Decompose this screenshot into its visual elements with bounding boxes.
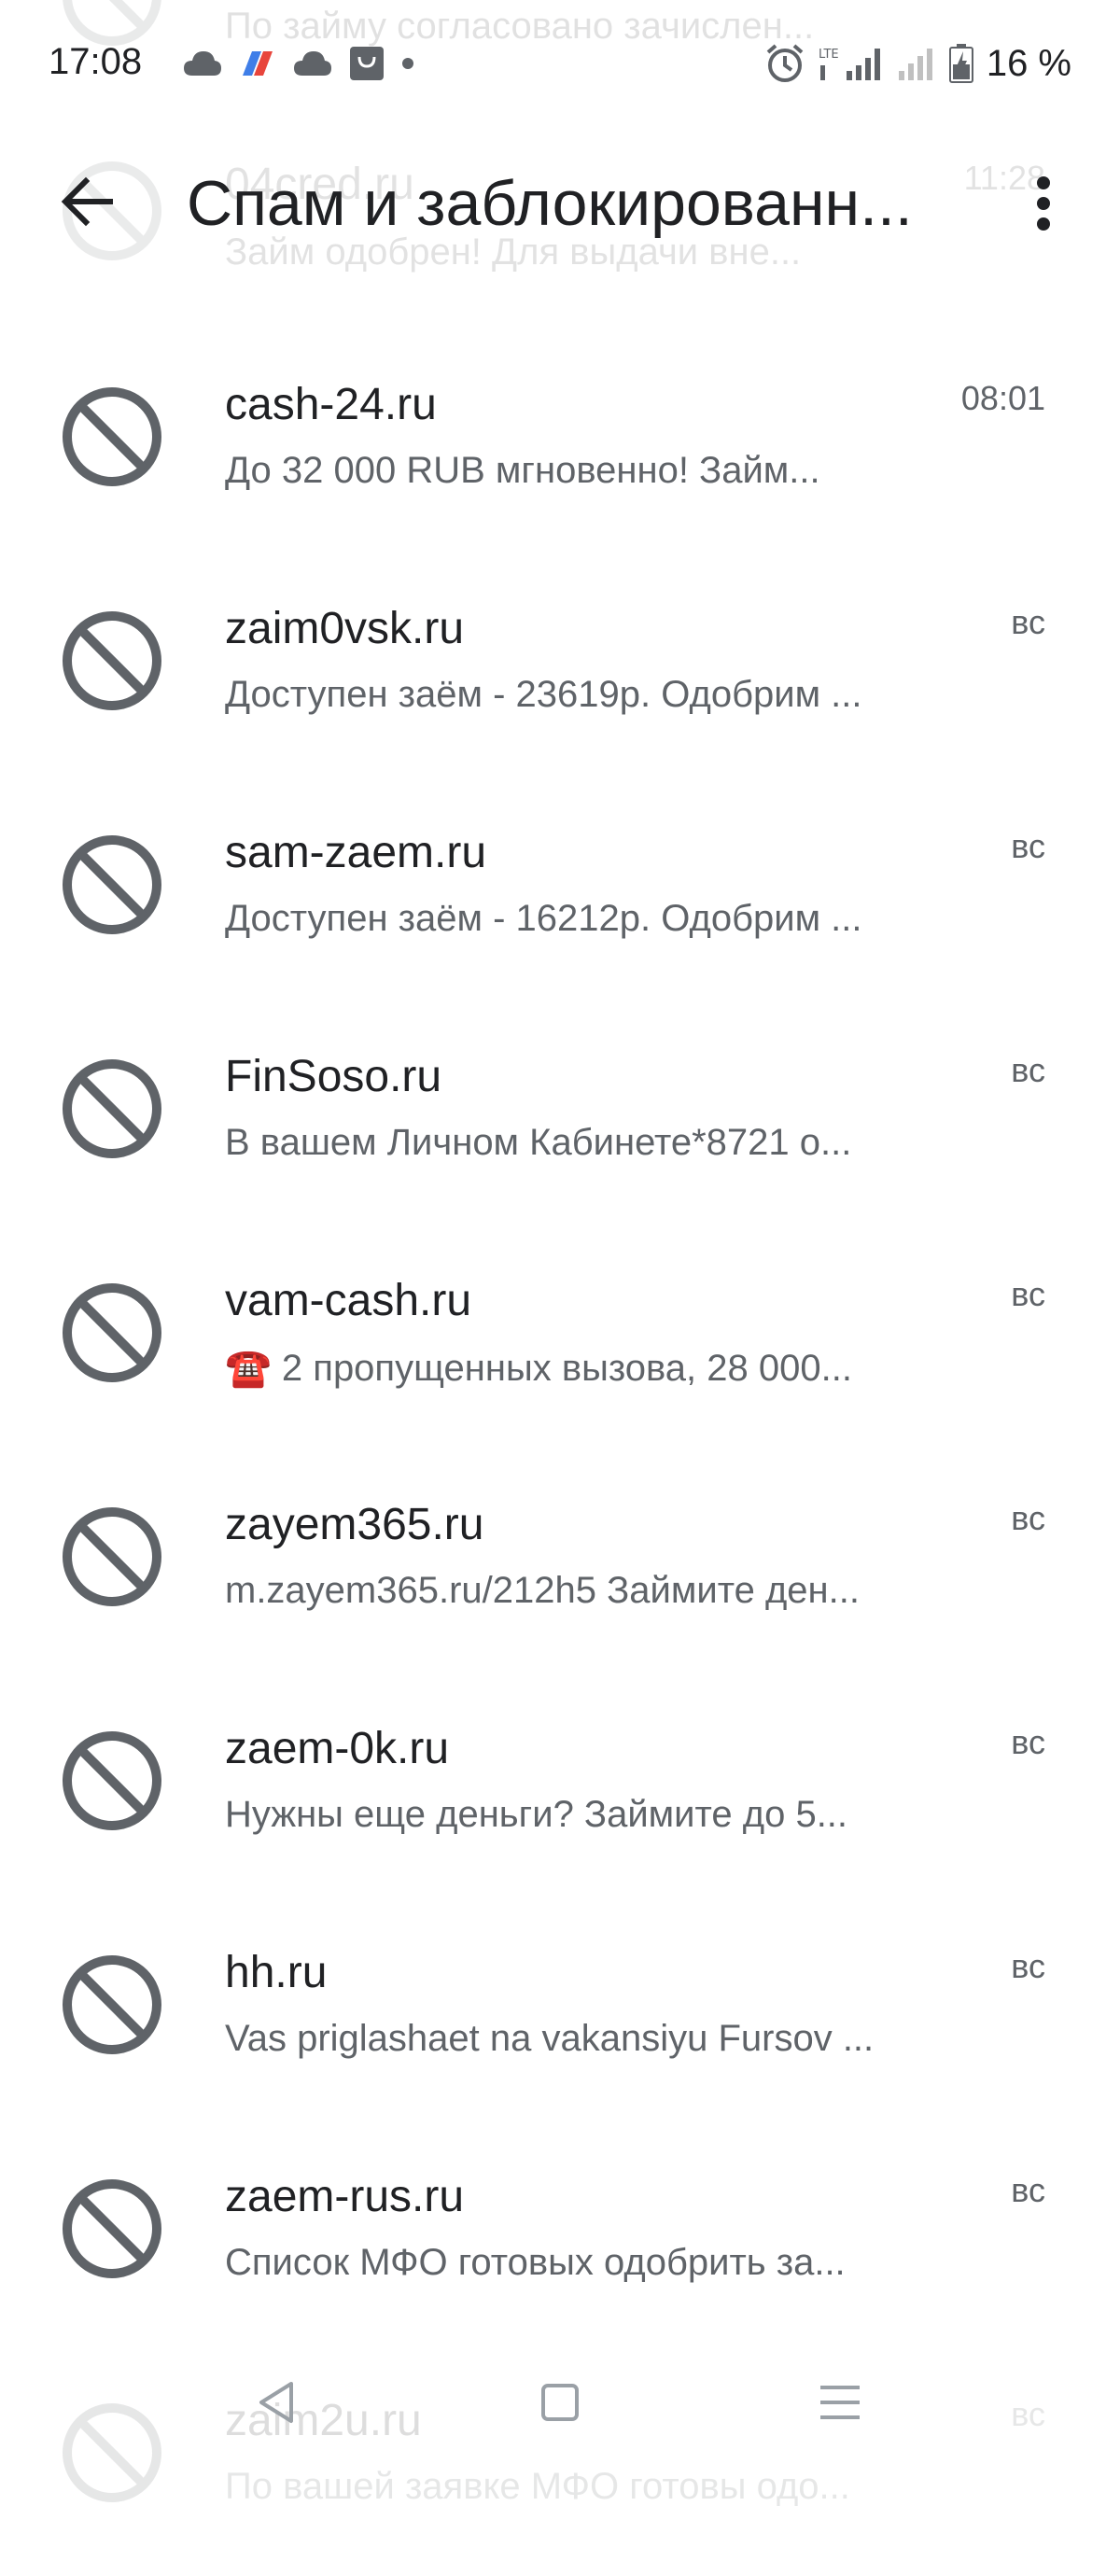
- page-title: Спам и заблокированн...: [187, 168, 913, 239]
- alarm-icon: [766, 44, 804, 82]
- navigation-bar: [0, 2339, 1120, 2488]
- conversation-item[interactable]: zaim0vsk.ru вс Доступен заём - 23619р. О…: [0, 560, 1120, 784]
- block-icon: [63, 2179, 161, 2278]
- conversation-time: вс: [1011, 603, 1045, 641]
- conversation-item[interactable]: zayem365.ru вс m.zayem365.ru/212h5 Займи…: [0, 1456, 1120, 1680]
- signal-icon: LTE: [819, 48, 880, 80]
- conversation-time: вс: [1011, 1051, 1045, 1089]
- conversation-item[interactable]: zaem-rus.ru вс Список МФО готовых одобри…: [0, 2128, 1120, 2352]
- conversation-snippet: Список МФО готовых одобрить за...: [225, 2242, 846, 2283]
- conversation-time: вс: [1011, 2171, 1045, 2209]
- block-icon: [63, 1059, 161, 1158]
- nav-home-button[interactable]: [523, 2365, 597, 2440]
- conversation-snippet: Доступен заём - 23619р. Одобрим ...: [225, 674, 862, 715]
- battery-percent: 16 %: [986, 42, 1071, 84]
- conversation-snippet: Доступен заём - 16212р. Одобрим ...: [225, 898, 862, 939]
- block-icon: [63, 387, 161, 486]
- conversation-item[interactable]: vam-cash.ru вс ☎️ 2 пропущенных вызова, …: [0, 1232, 1120, 1456]
- cloud-icon: [294, 51, 331, 76]
- conversation-item[interactable]: FinSoso.ru вс В вашем Личном Кабинете*87…: [0, 1008, 1120, 1232]
- nav-back-icon: [259, 2382, 293, 2423]
- block-icon: [63, 611, 161, 710]
- block-icon: [63, 1507, 161, 1606]
- conversation-snippet: ☎️ 2 пропущенных вызова, 28 000...: [225, 1348, 852, 1389]
- conversation-list: cash-24.ru 08:01 До 32 000 RUB мгновенно…: [0, 336, 1120, 2576]
- block-icon: [63, 1283, 161, 1382]
- conversation-sender: FinSoso.ru: [225, 1052, 442, 1101]
- signal-icon: [898, 49, 932, 80]
- nav-menu-icon: [820, 2386, 860, 2419]
- nav-home-icon: [541, 2384, 579, 2421]
- conversation-item[interactable]: sam-zaem.ru вс Доступен заём - 16212р. О…: [0, 784, 1120, 1008]
- dot-icon: [402, 58, 413, 69]
- conversation-time: 08:01: [960, 379, 1045, 417]
- conversation-time: вс: [1011, 1723, 1045, 1761]
- conversation-item[interactable]: hh.ru вс Vas priglashaet na vakansiyu Fu…: [0, 1904, 1120, 2128]
- battery-icon: [948, 44, 973, 83]
- conversation-time: вс: [1011, 827, 1045, 865]
- block-icon: [63, 835, 161, 934]
- arrow-back-icon: [61, 176, 113, 227]
- conversation-snippet: Нужны еще деньги? Займите до 5...: [225, 1794, 848, 1835]
- status-time: 17:08: [49, 41, 143, 82]
- nav-menu-button[interactable]: [803, 2365, 877, 2440]
- app-bar: Спам и заблокированн...: [0, 140, 1120, 261]
- conversation-snippet: В вашем Личном Кабинете*8721 о...: [225, 1122, 852, 1163]
- more-options-button[interactable]: [1015, 168, 1071, 239]
- conversation-sender: hh.ru: [225, 1948, 328, 1997]
- network-label: LTE: [819, 48, 839, 62]
- conversation-sender: zaim0vsk.ru: [225, 604, 465, 653]
- status-bar: 17:08 LTE 16 %: [0, 0, 1120, 121]
- conversation-snippet: Vas priglashaet na vakansiyu Fursov ...: [225, 2018, 875, 2059]
- conversation-sender: cash-24.ru: [225, 380, 437, 429]
- notification-icons: [183, 45, 431, 82]
- conversation-snippet: До 32 000 RUB мгновенно! Займ...: [225, 450, 820, 491]
- conversation-sender: sam-zaem.ru: [225, 828, 487, 877]
- conversation-snippet: m.zayem365.ru/212h5 Займите ден...: [225, 1570, 860, 1611]
- more-vert-icon: [1037, 176, 1050, 231]
- app-logo-icon: [243, 51, 273, 76]
- conversation-time: вс: [1011, 1499, 1045, 1537]
- conversation-sender: vam-cash.ru: [225, 1276, 472, 1325]
- block-icon: [63, 1955, 161, 2054]
- conversation-item[interactable]: cash-24.ru 08:01 До 32 000 RUB мгновенно…: [0, 336, 1120, 560]
- system-icons: LTE 16 %: [751, 41, 1071, 86]
- conversation-sender: zayem365.ru: [225, 1500, 484, 1549]
- nav-back-button[interactable]: [239, 2365, 314, 2440]
- conversation-sender: zaem-0k.ru: [225, 1724, 450, 1773]
- conversation-time: вс: [1011, 1947, 1045, 1985]
- conversation-sender: zaem-rus.ru: [225, 2172, 465, 2221]
- conversation-time: вс: [1011, 1275, 1045, 1313]
- block-icon: [63, 1731, 161, 1830]
- cloud-icon: [184, 51, 221, 76]
- conversation-item[interactable]: zaem-0k.ru вс Нужны еще деньги? Займите …: [0, 1680, 1120, 1904]
- back-button[interactable]: [52, 166, 123, 237]
- shopping-bag-icon: [350, 47, 384, 80]
